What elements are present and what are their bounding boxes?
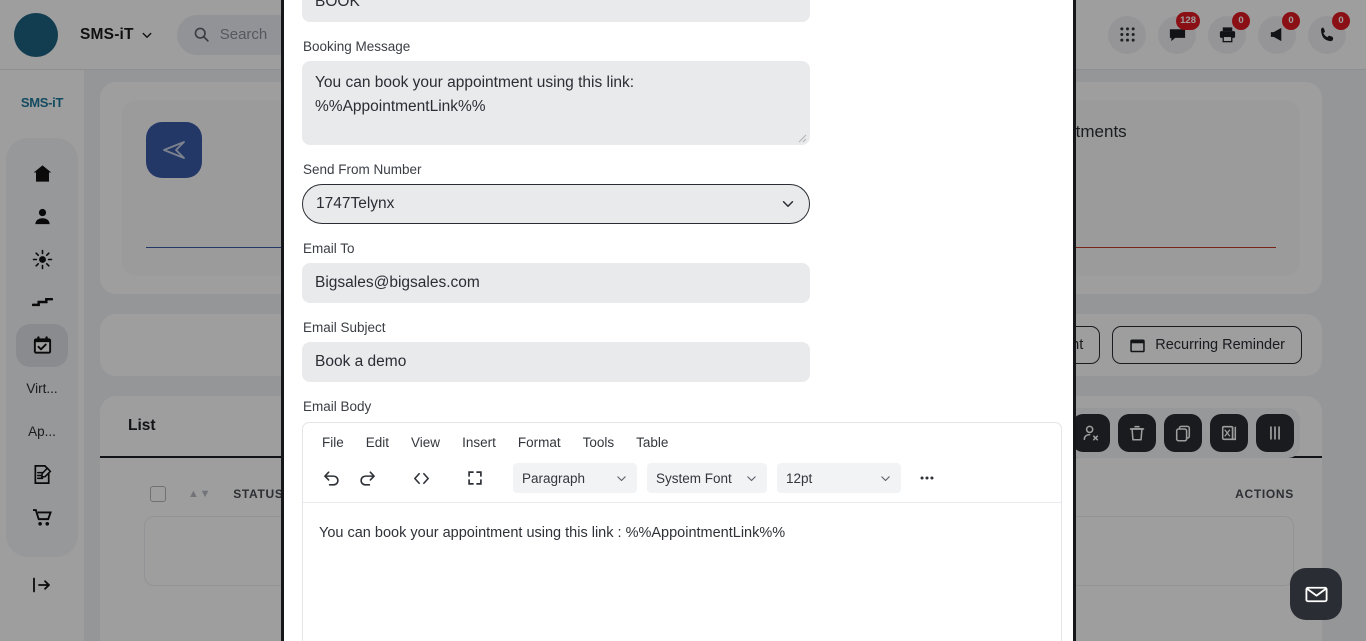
menu-format[interactable]: Format xyxy=(511,432,568,453)
menu-tools[interactable]: Tools xyxy=(576,432,622,453)
booking-message-label: Booking Message xyxy=(303,39,411,54)
redo-icon xyxy=(358,469,377,488)
screen: SMS-iT Search 128 0 0 0 SMS-iT Virt... A… xyxy=(0,0,1366,641)
modal-body: BOOK Booking Message You can book your a… xyxy=(284,0,1073,641)
booking-message-field[interactable]: You can book your appointment using this… xyxy=(302,61,810,145)
more-horizontal-icon xyxy=(918,469,936,487)
editor-menubar: File Edit View Insert Format Tools Table xyxy=(303,423,1061,458)
email-subject-field[interactable]: Book a demo xyxy=(302,342,810,382)
chevron-down-icon xyxy=(745,472,758,485)
block-format-value: Paragraph xyxy=(522,470,586,486)
menu-view[interactable]: View xyxy=(404,432,447,453)
chevron-down-icon xyxy=(780,196,796,212)
menu-edit[interactable]: Edit xyxy=(359,432,396,453)
send-from-number-field[interactable]: 1747Telynx xyxy=(302,184,810,224)
editor-content-area[interactable]: You can book your appointment using this… xyxy=(303,503,1061,641)
chevron-down-icon xyxy=(615,472,628,485)
email-body-field-group: Email Body File Edit View Insert Format … xyxy=(302,399,1062,641)
email-to-field-group: Email To Bigsales@bigsales.com xyxy=(302,241,1055,303)
email-to-label: Email To xyxy=(303,241,355,256)
booking-message-value: You can book your appointment using this… xyxy=(315,74,635,116)
menu-insert[interactable]: Insert xyxy=(455,432,503,453)
editor-body-text: You can book your appointment using this… xyxy=(319,525,786,541)
fullscreen-icon xyxy=(466,469,484,487)
menu-table[interactable]: Table xyxy=(629,432,675,453)
undo-icon xyxy=(322,469,341,488)
code-icon xyxy=(412,469,431,488)
more-toolbar-button[interactable] xyxy=(911,463,943,493)
appointment-settings-modal: BOOK Booking Message You can book your a… xyxy=(281,0,1076,641)
envelope-icon xyxy=(1304,582,1329,607)
send-from-number-value: 1747Telynx xyxy=(316,195,395,212)
send-from-number-label: Send From Number xyxy=(303,162,422,177)
fullscreen-button[interactable] xyxy=(459,463,491,493)
font-family-select[interactable]: System Font xyxy=(647,463,767,493)
send-from-number-field-group: Send From Number 1747Telynx xyxy=(302,162,1055,224)
redo-button[interactable] xyxy=(351,463,383,493)
booking-keyword-field[interactable]: BOOK xyxy=(302,0,810,22)
email-fab-button[interactable] xyxy=(1290,568,1342,620)
menu-file[interactable]: File xyxy=(315,432,351,453)
email-subject-field-group: Email Subject Book a demo xyxy=(302,320,1055,382)
font-size-select[interactable]: 12pt xyxy=(777,463,901,493)
email-to-field[interactable]: Bigsales@bigsales.com xyxy=(302,263,810,303)
email-subject-label: Email Subject xyxy=(303,320,386,335)
editor-toolbar: Paragraph System Font 12pt xyxy=(303,458,1061,503)
booking-keyword-field-group: BOOK xyxy=(302,0,1055,22)
block-format-select[interactable]: Paragraph xyxy=(513,463,637,493)
font-family-value: System Font xyxy=(656,470,732,486)
resize-grip-icon[interactable] xyxy=(795,131,807,143)
email-body-label: Email Body xyxy=(303,399,372,414)
font-size-value: 12pt xyxy=(786,470,813,486)
chevron-down-icon xyxy=(879,472,892,485)
booking-message-field-group: Booking Message You can book your appoin… xyxy=(302,39,1055,145)
email-body-editor: File Edit View Insert Format Tools Table xyxy=(302,422,1062,641)
undo-button[interactable] xyxy=(315,463,347,493)
source-code-button[interactable] xyxy=(405,463,437,493)
